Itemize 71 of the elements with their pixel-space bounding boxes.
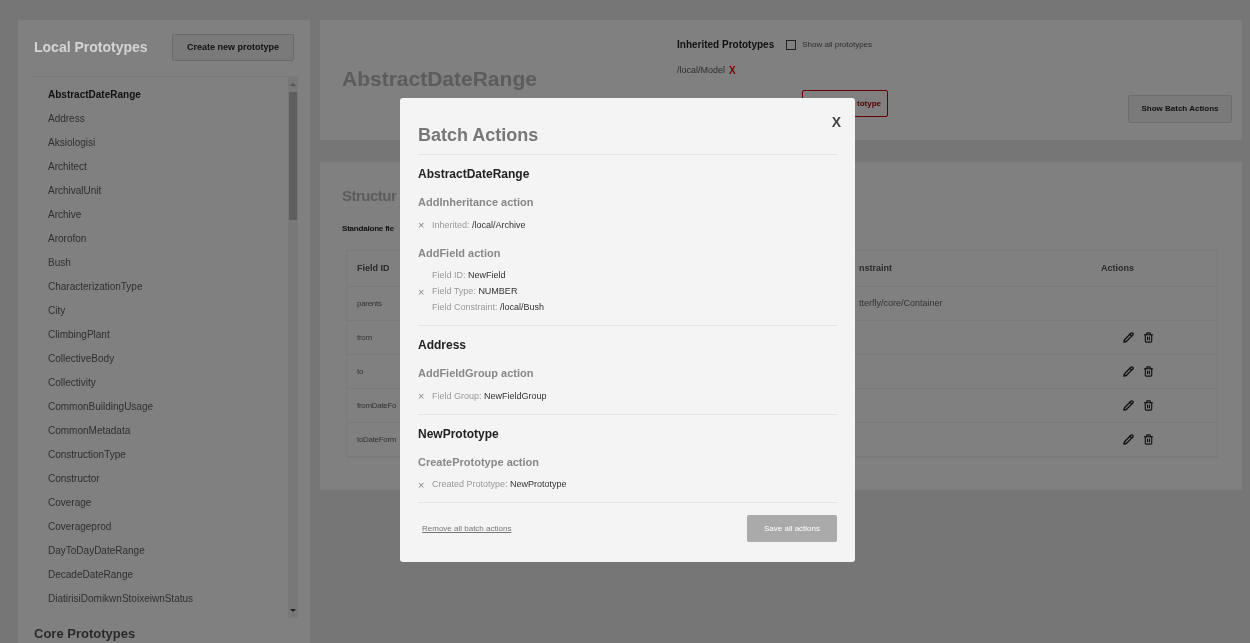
- list-item[interactable]: Constructor: [48, 466, 288, 491]
- show-all-checkbox[interactable]: Show all prototypes: [786, 38, 873, 51]
- list-item[interactable]: CollectiveBody: [48, 346, 288, 371]
- panel-title: Local Prototypes: [34, 38, 148, 58]
- list-item[interactable]: DayToDayDateRange: [48, 538, 288, 563]
- action-detail: Field Constraint: /local/Bush: [432, 301, 545, 315]
- edit-icon[interactable]: [1123, 434, 1134, 445]
- action-detail: Inherited: /local/Archive: [432, 218, 526, 232]
- list-item[interactable]: CommonBuildingUsage: [48, 394, 288, 419]
- column-header: Actions: [1101, 261, 1135, 275]
- list-item[interactable]: DiatirisiDomikwnStoixeiwnStatus: [48, 586, 288, 611]
- list-item[interactable]: ArchivalUnit: [48, 178, 288, 203]
- list-item[interactable]: CommonMetadata: [48, 418, 288, 443]
- subsection-title: Standalone fie: [342, 223, 394, 235]
- list-item[interactable]: AbstractDateRange: [48, 82, 288, 107]
- close-button[interactable]: X: [831, 112, 841, 133]
- action-detail: Field Group: NewFieldGroup: [432, 389, 547, 403]
- remove-icon[interactable]: ×: [418, 220, 425, 231]
- dialog-title: Batch Actions: [418, 124, 539, 147]
- save-button[interactable]: Save all actions: [747, 515, 837, 542]
- delete-icon[interactable]: [1143, 366, 1154, 377]
- action-detail: Created Prototype: NewPrototype: [432, 478, 567, 492]
- edit-icon[interactable]: [1123, 400, 1134, 411]
- list-item[interactable]: ClimbingPlant: [48, 322, 288, 347]
- action-title: AddFieldGroup action: [418, 366, 535, 381]
- table-cell-text: toDateForm: [356, 434, 397, 444]
- batch-actions-button[interactable]: Show Batch Actions: [1128, 95, 1232, 123]
- list-item[interactable]: CharacterizationType: [48, 274, 288, 299]
- column-header: nstraint: [859, 261, 893, 275]
- list-item[interactable]: Address: [48, 106, 288, 131]
- list-item[interactable]: Archive: [48, 202, 288, 227]
- remove-icon[interactable]: ×: [418, 286, 425, 298]
- create-button[interactable]: Create new prototype: [171, 34, 294, 62]
- action-title: AddInheritance action: [418, 195, 535, 210]
- list-item[interactable]: City: [48, 298, 288, 323]
- edit-icon[interactable]: [1123, 332, 1134, 343]
- delete-icon[interactable]: [1143, 332, 1154, 343]
- group-title: AbstractDateRange: [418, 166, 531, 183]
- inherited-path: /local/Model: [677, 63, 726, 77]
- list-item[interactable]: ConstructionType: [48, 442, 288, 467]
- scrollbar[interactable]: [288, 76, 298, 618]
- table-cell-text: from: [356, 332, 372, 342]
- table-cell-text: parents: [356, 298, 382, 308]
- column-header: Field ID: [356, 261, 391, 275]
- section-title: Core Prototypes: [33, 624, 137, 643]
- list-item[interactable]: Aksiologisi: [48, 130, 288, 155]
- table-cell-text: fromDateFo: [356, 400, 397, 410]
- delete-icon[interactable]: [1143, 434, 1154, 445]
- section-title: Inherited Prototypes: [677, 38, 775, 52]
- list-item[interactable]: Architect: [48, 154, 288, 179]
- group-title: Address: [418, 337, 468, 354]
- edit-icon[interactable]: [1123, 366, 1134, 377]
- action-detail: Field Type: NUMBER: [432, 285, 518, 299]
- remove-icon[interactable]: ×: [418, 391, 425, 402]
- group-title: NewPrototype: [418, 425, 500, 443]
- delete-icon[interactable]: [1143, 400, 1154, 411]
- list-item[interactable]: Coverageprod: [48, 514, 288, 539]
- list-item[interactable]: DecadeDateRange: [48, 562, 288, 587]
- action-title: AddField action: [418, 245, 502, 261]
- list-item[interactable]: Collectivity: [48, 370, 288, 395]
- list-item[interactable]: Arorofon: [48, 226, 288, 251]
- remove-button[interactable]: X: [729, 63, 736, 78]
- remove-all-link[interactable]: Remove all batch actions: [422, 522, 512, 535]
- list-item[interactable]: Coverage: [48, 490, 288, 515]
- action-title: CreatePrototype action: [418, 454, 541, 470]
- scroll-down-icon[interactable]: [290, 608, 296, 612]
- action-detail: Field ID: NewField: [432, 269, 506, 283]
- remove-icon[interactable]: ×: [418, 479, 425, 491]
- scroll-thumb[interactable]: [289, 91, 297, 220]
- list-item[interactable]: Bush: [48, 250, 288, 275]
- table-cell: tterfly/core/Container: [859, 297, 943, 308]
